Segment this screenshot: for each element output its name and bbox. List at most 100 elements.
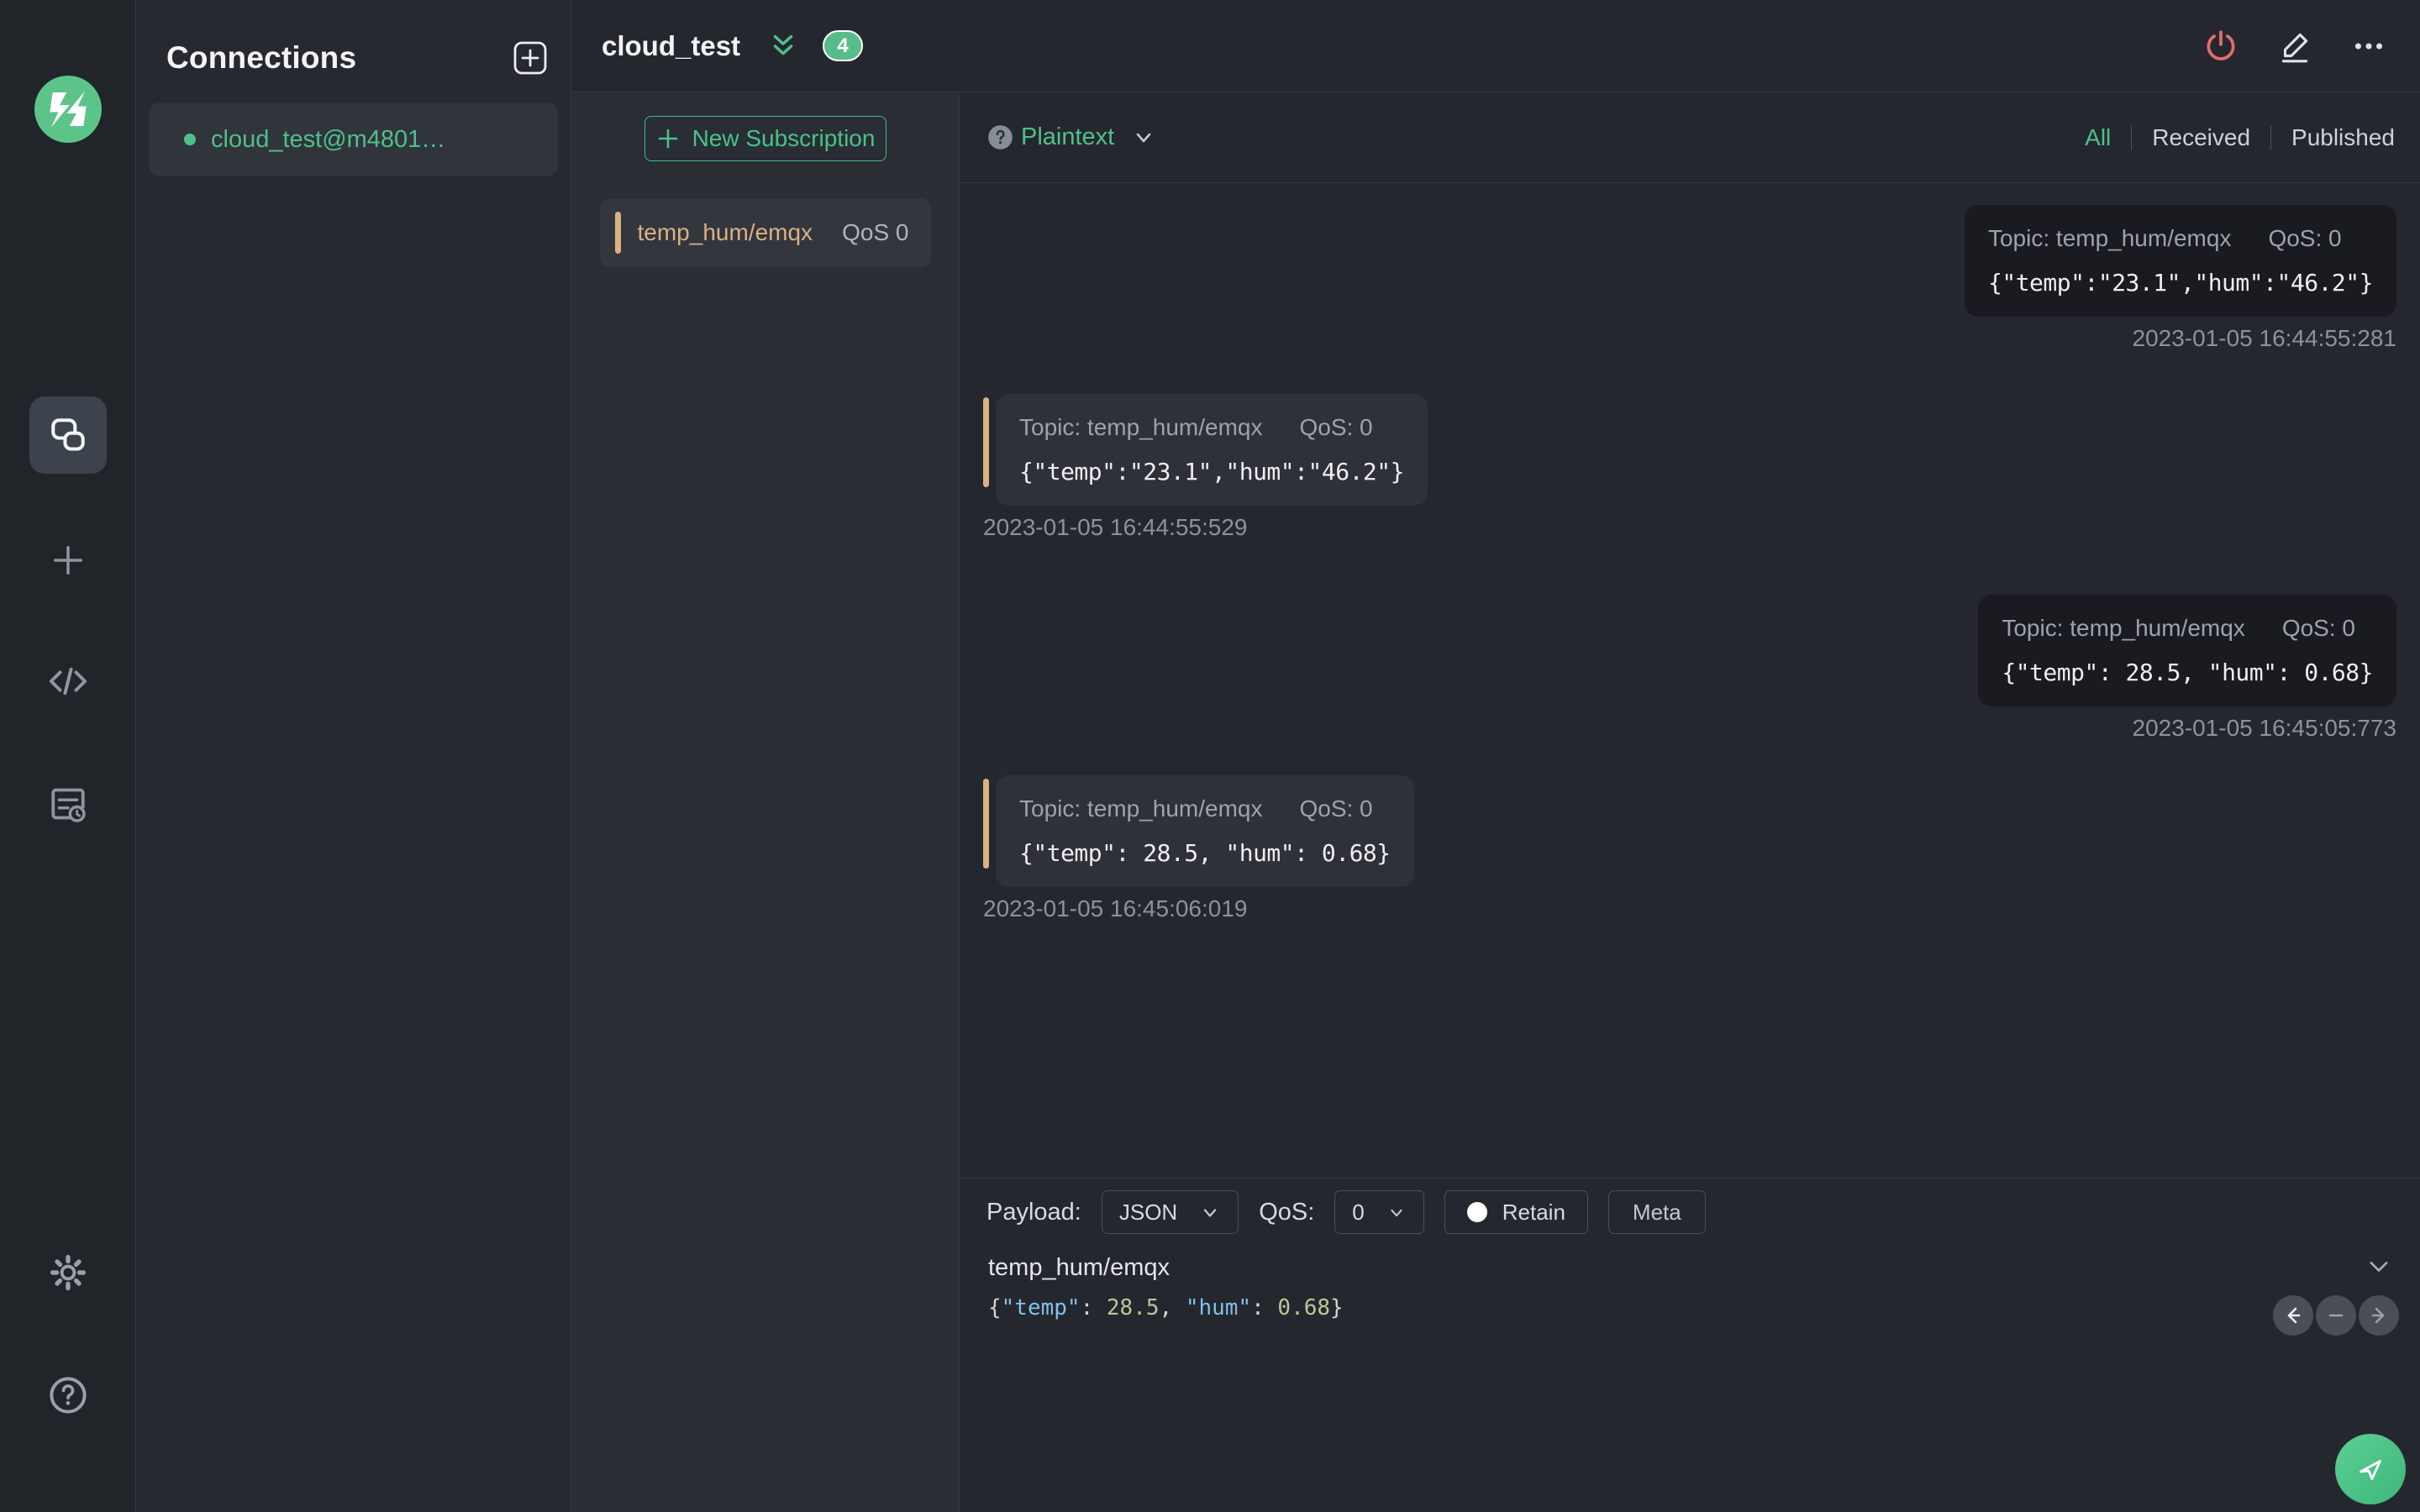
message-payload: {"temp": 28.5, "hum": 0.68} [2002, 659, 2373, 686]
message-topic: Topic: temp_hum/emqx [1987, 225, 2232, 251]
message-block: Topic: temp_hum/emqx QoS: 0 {"temp":"23.… [1964, 205, 2397, 352]
disconnect-button[interactable] [2202, 27, 2240, 66]
message-timestamp: 2023-01-05 16:44:55:529 [983, 514, 1248, 540]
payload-format-select[interactable]: Plaintext [1016, 123, 1156, 151]
message-timestamp: 2023-01-05 16:45:05:773 [2132, 715, 2397, 741]
subscription-item[interactable]: temp_hum/emqx QoS 0 [599, 198, 931, 267]
subscription-topic: temp_hum/emqx [637, 219, 813, 245]
qos-label: QoS: [1259, 1198, 1315, 1226]
message-color-bar [983, 779, 989, 869]
message-block: Topic: temp_hum/emqx QoS: 0 {"temp": 28.… [1978, 595, 2396, 742]
message-payload: {"temp": 28.5, "hum": 0.68} [1019, 839, 1391, 867]
log-icon [50, 788, 86, 822]
ellipsis-icon [2354, 42, 2383, 50]
plus-icon [53, 545, 82, 575]
main-region: cloud_test 4 New Subscription temp_hum/e… [571, 0, 2420, 1512]
message-qos: QoS: 0 [2281, 615, 2355, 641]
send-button[interactable] [2335, 1434, 2406, 1504]
sidebar-item-log[interactable] [45, 781, 91, 827]
send-icon [2360, 1460, 2381, 1480]
gear-icon [50, 1254, 86, 1291]
filter-received[interactable]: Received [2152, 124, 2250, 151]
history-clear-button[interactable] [2316, 1295, 2356, 1336]
message-payload: {"temp":"23.1","hum":"46.2"} [1019, 458, 1405, 486]
payload-format-value: Plaintext [1021, 123, 1115, 150]
message-bubble[interactable]: Topic: temp_hum/emqx QoS: 0 {"temp": 28.… [996, 775, 1414, 887]
chevron-down-icon [2370, 1262, 2388, 1272]
sidebar-item-new-connection[interactable] [45, 538, 91, 583]
filter-divider [2131, 124, 2133, 150]
topic-input[interactable]: temp_hum/emqx [960, 1254, 2420, 1282]
filter-published[interactable]: Published [2291, 124, 2395, 151]
edit-connection-button[interactable] [2275, 27, 2314, 66]
message-block: Topic: temp_hum/emqx QoS: 0 {"temp": 28.… [983, 775, 1414, 922]
retain-indicator-dot [1466, 1202, 1487, 1222]
message-block: Topic: temp_hum/emqx QoS: 0 {"temp":"23.… [983, 394, 1428, 541]
message-timestamp: 2023-01-05 16:44:55:281 [2132, 325, 2397, 351]
message-bubble[interactable]: Topic: temp_hum/emqx QoS: 0 {"temp":"23.… [1964, 205, 2396, 317]
payload-label: Payload: [986, 1198, 1081, 1226]
message-list: Topic: temp_hum/emqx QoS: 0 {"temp":"23.… [960, 183, 2420, 1178]
pencil-icon [2281, 33, 2308, 62]
power-icon [2207, 29, 2235, 60]
more-options-button[interactable] [2349, 27, 2388, 66]
sidebar-item-settings[interactable] [45, 1250, 91, 1295]
sidebar-item-help[interactable] [45, 1373, 91, 1418]
connections-icon [50, 418, 85, 451]
plus-square-icon [513, 41, 547, 75]
help-icon [49, 1377, 87, 1414]
connections-panel: Connections cloud_test@m4801… [136, 0, 571, 1512]
history-prev-button[interactable] [2273, 1295, 2313, 1336]
message-filters: All Received Published [2085, 124, 2395, 151]
message-payload: {"temp":"23.1","hum":"46.2"} [1987, 269, 2374, 297]
connection-header: cloud_test 4 [571, 0, 2420, 92]
message-qos: QoS: 0 [1299, 795, 1373, 822]
new-subscription-button[interactable]: New Subscription [644, 116, 886, 161]
message-timestamp: 2023-01-05 16:45:06:019 [983, 895, 1248, 921]
subscription-qos: QoS 0 [842, 219, 909, 245]
sidebar-item-script[interactable] [45, 659, 91, 704]
arrow-left-icon [2287, 1307, 2301, 1324]
collapse-composer-button[interactable] [2365, 1252, 2393, 1285]
connections-title: Connections [166, 40, 357, 75]
sidebar-item-connections[interactable] [29, 396, 107, 474]
unread-count-badge: 4 [823, 30, 864, 61]
subscriptions-column: New Subscription temp_hum/emqx QoS 0 [571, 92, 960, 1512]
message-topic: Topic: temp_hum/emqx [2002, 615, 2245, 641]
payload-format-help-icon[interactable] [985, 122, 1016, 153]
mqttx-logo [34, 76, 102, 143]
connection-name: cloud_test@m4801… [211, 125, 446, 153]
payload-editor[interactable]: {"temp": 28.5, "hum": 0.68} [960, 1295, 2420, 1320]
page-title: cloud_test [602, 29, 741, 61]
plus-icon [658, 129, 677, 149]
question-circle-icon [988, 125, 1013, 150]
messages-toolbar: Plaintext All Received Published [960, 92, 2420, 183]
connection-item[interactable]: cloud_test@m4801… [149, 102, 558, 176]
subscription-color-bar [614, 212, 621, 254]
nav-rail [0, 0, 136, 1512]
payload-type-select[interactable]: JSON [1101, 1190, 1239, 1234]
collapse-panel-button[interactable] [765, 29, 801, 64]
message-bubble[interactable]: Topic: temp_hum/emqx QoS: 0 {"temp":"23.… [996, 394, 1428, 506]
filter-all[interactable]: All [2085, 124, 2111, 151]
message-qos: QoS: 0 [1299, 414, 1373, 440]
message-bubble[interactable]: Topic: temp_hum/emqx QoS: 0 {"temp": 28.… [1978, 595, 2396, 706]
code-icon [49, 667, 87, 696]
messages-column: Plaintext All Received Published Topic: te… [960, 92, 2420, 1512]
double-chevron-down-icon [773, 34, 793, 55]
retain-toggle[interactable]: Retain [1444, 1190, 1588, 1234]
message-qos: QoS: 0 [2268, 225, 2342, 251]
publish-composer: Payload: JSON QoS: 0 Retain Meta temp_hu… [960, 1178, 2420, 1512]
history-next-button[interactable] [2359, 1295, 2399, 1336]
arrow-right-icon [2371, 1307, 2385, 1324]
history-nav [2273, 1295, 2399, 1336]
meta-button[interactable]: Meta [1607, 1190, 1706, 1234]
qos-select[interactable]: 0 [1334, 1190, 1424, 1234]
filter-divider [2270, 124, 2272, 150]
chevron-down-icon [1204, 1209, 1217, 1217]
add-connection-button[interactable] [512, 39, 549, 76]
message-color-bar [983, 397, 989, 487]
message-topic: Topic: temp_hum/emqx [1019, 414, 1263, 440]
minus-icon [2328, 1314, 2344, 1317]
chevron-down-icon [1136, 133, 1151, 142]
